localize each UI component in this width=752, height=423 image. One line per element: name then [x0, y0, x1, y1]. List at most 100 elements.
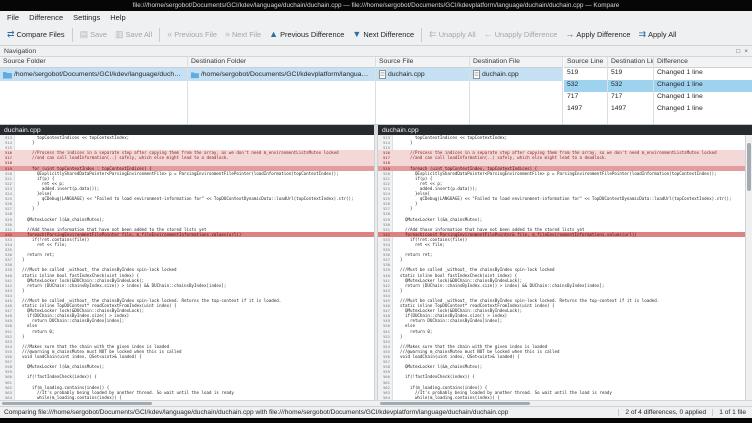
- code-text: QMutexLocker l(&m_chainsMutex);: [15, 217, 104, 222]
- diff-row-difference[interactable]: Changed 1 line: [654, 80, 752, 92]
- horizontal-scrollbar-left[interactable]: [0, 401, 374, 406]
- previous-difference-icon: ▲: [269, 30, 278, 39]
- compare-files-icon: ⇄: [7, 30, 15, 39]
- apply-all-icon: ⇉: [639, 30, 647, 39]
- code-text: return (DUChain::chainsByIndex.size() > …: [393, 283, 604, 288]
- pane-headers: duchain.cpp duchain.cpp: [0, 125, 752, 135]
- next-file-icon: »: [225, 30, 230, 39]
- file-icon: [473, 70, 480, 79]
- difference-header[interactable]: Difference: [654, 57, 752, 68]
- source-file-item[interactable]: duchain.cpp: [376, 68, 469, 81]
- folder-icon: [3, 71, 12, 79]
- horizontal-scrollbar-right-thumb[interactable]: [380, 402, 530, 405]
- code-text: void loadChain(uint index, QSet<uint>& l…: [393, 354, 520, 359]
- diff-row-destination-line[interactable]: 519: [608, 68, 653, 80]
- status-differences: 2 of 4 differences, 0 applied: [618, 409, 712, 416]
- source-folder-header[interactable]: Source Folder: [0, 57, 187, 68]
- differences-table: Source Line 5195327171497 Destination Li…: [564, 57, 752, 124]
- save-button: ▤Save: [76, 28, 111, 41]
- diff-row-difference[interactable]: Changed 1 line: [654, 68, 752, 80]
- toolbar-separator: [72, 28, 73, 42]
- code-text: }: [15, 206, 34, 211]
- apply-difference-button[interactable]: →Apply Difference: [561, 28, 634, 41]
- menu-bar: FileDifferenceSettingsHelp: [0, 11, 752, 24]
- diff-pane-right: 513 topContextIndices << topContextIndex…: [378, 135, 745, 400]
- navigation-panel: Source Folder /home/sergobot/Documents/G…: [0, 57, 752, 125]
- navigation-dock-titlebar: Navigation □ ×: [0, 46, 752, 57]
- destination-folder-item[interactable]: /home/sergobot/Documents/GCI/kdevplatfor…: [188, 68, 375, 81]
- source-line-header[interactable]: Source Line: [564, 57, 607, 68]
- source-file-header[interactable]: Source File: [376, 57, 469, 68]
- code-text: }: [15, 140, 34, 145]
- dock-float-icon[interactable]: □: [736, 48, 740, 55]
- apply-all-button[interactable]: ⇉Apply All: [635, 28, 681, 41]
- destination-line-header[interactable]: Destination Line: [608, 57, 653, 68]
- toolbar-button-label: Unapply Difference: [495, 30, 558, 39]
- vertical-scrollbar[interactable]: [745, 135, 752, 400]
- toolbar-button-label: Apply All: [648, 30, 676, 39]
- diff-row-destination-line[interactable]: 717: [608, 92, 653, 104]
- diff-row-source-line[interactable]: 532: [564, 80, 607, 92]
- code-text: QMutexLocker l(&m_chainsMutex);: [15, 364, 104, 369]
- destination-file-item[interactable]: duchain.cpp: [470, 68, 562, 81]
- folder-icon: [191, 71, 199, 79]
- destination-file-header[interactable]: Destination File: [470, 57, 562, 68]
- menu-item-difference[interactable]: Difference: [24, 13, 68, 22]
- toolbar-separator: [421, 28, 422, 42]
- toolbar-button-label: Apply Difference: [576, 30, 630, 39]
- toolbar-button-label: Save All: [126, 30, 153, 39]
- next-difference-button[interactable]: ▼Next Difference: [348, 28, 418, 41]
- code-text: QExplicitlySharedDataPointer<ParsingEnvi…: [393, 171, 717, 176]
- diff-view: 513 topContextIndices << topContextIndex…: [0, 135, 752, 400]
- toolbar-separator: [159, 28, 160, 42]
- compare-files-button[interactable]: ⇄Compare Files: [3, 28, 69, 41]
- unapply-difference-button: ←Unapply Difference: [480, 28, 562, 41]
- unapply-all-button: ⇇Unapply All: [425, 28, 480, 41]
- horizontal-scrollbar-right[interactable]: [378, 401, 745, 406]
- menu-item-file[interactable]: File: [2, 13, 24, 22]
- diff-row-difference[interactable]: Changed 1 line: [654, 92, 752, 104]
- diff-row-source-line[interactable]: 1497: [564, 104, 607, 116]
- diff-row-difference[interactable]: Changed 1 line: [654, 104, 752, 116]
- file-icon: [379, 70, 386, 79]
- source-folder-path: /home/sergobot/Documents/GCI/kdev/langua…: [14, 71, 184, 78]
- code-line: 520 QExplicitlySharedDataPointer<Parsing…: [378, 171, 745, 176]
- diff-row-source-line[interactable]: 717: [564, 92, 607, 104]
- window-title: file:///home/sergobot/Documents/GCI/kdev…: [133, 2, 620, 9]
- vertical-scrollbar-thumb[interactable]: [747, 143, 751, 191]
- destination-folder-header[interactable]: Destination Folder: [188, 57, 375, 68]
- source-pane-title: duchain.cpp: [0, 125, 374, 135]
- toolbar-button-label: Compare Files: [17, 30, 65, 39]
- destination-folder-path: /home/sergobot/Documents/GCI/kdevplatfor…: [201, 71, 372, 78]
- diff-row-destination-line[interactable]: 532: [608, 80, 653, 92]
- code-line: 525 qCDebug(LANGUAGE) << "Failed to load…: [0, 196, 374, 201]
- code-text: return (DUChain::chainsByIndex.size() > …: [15, 283, 226, 288]
- previous-file-icon: «: [167, 30, 172, 39]
- save-all-button: ▥Save All: [111, 28, 156, 41]
- window-titlebar: file:///home/sergobot/Documents/GCI/kdev…: [0, 0, 752, 11]
- save-all-icon: ▥: [115, 30, 124, 39]
- code-line: 520 QExplicitlySharedDataPointer<Parsing…: [0, 171, 374, 176]
- status-message: Comparing file:///home/sergobot/Document…: [0, 409, 618, 416]
- menu-item-help[interactable]: Help: [105, 13, 130, 22]
- dock-close-icon[interactable]: ×: [744, 48, 748, 55]
- code-line: 525 qCDebug(LANGUAGE) << "Failed to load…: [378, 196, 745, 201]
- screen-edge: [0, 418, 752, 423]
- code-text: QMutexLocker l(&m_chainsMutex);: [393, 364, 482, 369]
- status-bar: Comparing file:///home/sergobot/Document…: [0, 406, 752, 418]
- navigation-dock-title: Navigation: [4, 48, 36, 55]
- horizontal-scrollbar-left-thumb[interactable]: [2, 402, 152, 405]
- diff-row-source-line[interactable]: 519: [564, 68, 607, 80]
- apply-difference-icon: →: [565, 30, 574, 39]
- code-text: if(!fastIndexCheck(index)) {: [15, 374, 97, 379]
- code-text: }: [393, 140, 412, 145]
- diff-row-destination-line[interactable]: 1497: [608, 104, 653, 116]
- code-text: }: [393, 206, 412, 211]
- code-text: //and can call loadInformation(..) safel…: [393, 155, 607, 160]
- source-folder-item[interactable]: /home/sergobot/Documents/GCI/kdev/langua…: [0, 68, 187, 81]
- unapply-difference-icon: ←: [484, 30, 493, 39]
- diff-pane-left: 513 topContextIndices << topContextIndex…: [0, 135, 374, 400]
- previous-difference-button[interactable]: ▲Previous Difference: [265, 28, 348, 41]
- menu-item-settings[interactable]: Settings: [68, 13, 105, 22]
- code-text: ret << file;: [393, 242, 445, 247]
